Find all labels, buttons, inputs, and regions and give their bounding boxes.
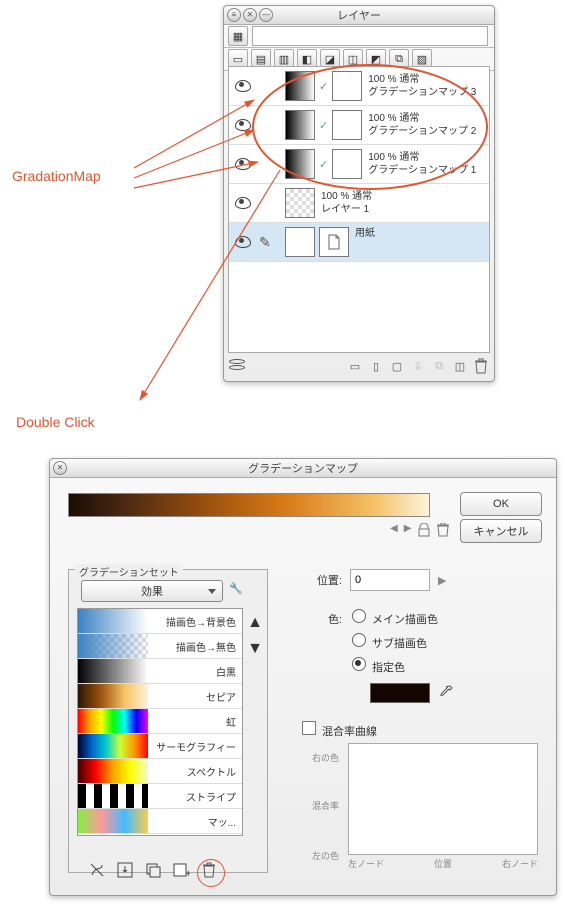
annotation-ellipse xyxy=(252,64,488,190)
dialog-title: グラデーションマップ xyxy=(50,460,556,476)
preset-item[interactable]: サーモグラフィー xyxy=(78,734,242,759)
gradient-set-combo[interactable]: 効果 xyxy=(81,580,223,602)
transfer-down-icon[interactable]: ⇩ xyxy=(409,357,427,375)
annotation-gradationmap: GradationMap xyxy=(12,168,101,184)
dialog-titlebar[interactable]: ✕ グラデーションマップ xyxy=(50,459,556,478)
stepper-icon[interactable]: ▶ xyxy=(438,574,446,587)
radio-sub-color[interactable]: サブ描画色 xyxy=(352,633,454,651)
annotation-doubleclick: Double Click xyxy=(16,414,95,430)
color-label: 色: xyxy=(302,609,342,703)
import-icon[interactable] xyxy=(115,860,135,880)
delete-layer-icon[interactable] xyxy=(472,357,490,375)
layer-name: 用紙 xyxy=(355,227,489,241)
layer-thumb-doc[interactable] xyxy=(319,227,349,257)
blend-mode-field[interactable] xyxy=(252,26,488,46)
curve-box[interactable] xyxy=(348,743,538,855)
eyedropper-icon[interactable] xyxy=(438,684,454,703)
layer-row[interactable]: 100 % 通常レイヤー 1 xyxy=(229,184,489,223)
position-label: 位置: xyxy=(302,572,342,588)
gradient-stop-controls: ◀ ▶ xyxy=(390,523,449,540)
layer-scroll-icon[interactable] xyxy=(228,357,246,375)
color-swatch[interactable] xyxy=(370,683,430,703)
radio-main-color[interactable]: メイン描画色 xyxy=(352,609,454,627)
preset-item[interactable]: 描画色→背景色 xyxy=(78,609,242,634)
gradient-set-field: グラデーションセット 効果 🔧 ▲ ▼ 描画色→背景色 描画色→無色 白黒 セピ… xyxy=(68,569,268,889)
preset-item[interactable]: ストライプ xyxy=(78,784,242,809)
mixrate-checkbox[interactable]: 混合率曲線 xyxy=(302,726,377,738)
preset-item[interactable]: セピア xyxy=(78,684,242,709)
move-up-icon[interactable]: ▲ xyxy=(247,614,263,632)
lock-icon[interactable] xyxy=(417,523,431,540)
gradient-bar[interactable] xyxy=(68,493,430,517)
preset-item[interactable]: 白黒 xyxy=(78,659,242,684)
layer-opacity: 100 % 通常 xyxy=(321,190,489,204)
duplicate-icon[interactable] xyxy=(143,860,163,880)
axis-right-color: 右の色 xyxy=(312,751,339,764)
layer-panel-footer: ▭ ▯ ▢ ⇩ ⧉ ◫ xyxy=(228,355,490,377)
new-raster-layer-icon[interactable]: ▭ xyxy=(346,357,364,375)
eye-icon[interactable] xyxy=(235,197,251,209)
wrench-icon[interactable]: 🔧 xyxy=(229,582,243,595)
layer-thumb-checker[interactable] xyxy=(285,188,315,218)
gradation-map-dialog: ✕ グラデーションマップ OK キャンセル ◀ ▶ グラデーションセット 効果 … xyxy=(49,458,557,896)
layer-panel-titlebar[interactable]: ≡ ✕ — レイヤー xyxy=(224,6,494,25)
preset-item[interactable]: 描画色→無色 xyxy=(78,634,242,659)
gradient-set-legend: グラデーションセット xyxy=(75,564,183,579)
blend-mode-icon[interactable]: ▦ xyxy=(228,26,248,46)
new-vector-layer-icon[interactable]: ▯ xyxy=(367,357,385,375)
merge-down-icon[interactable]: ⧉ xyxy=(430,357,448,375)
preset-list[interactable]: 描画色→背景色 描画色→無色 白黒 セピア 虹 サーモグラフィー スペクトル ス… xyxy=(77,608,243,836)
axis-mix: 混合率 xyxy=(312,799,339,812)
svg-text:+: + xyxy=(185,868,190,879)
preset-item[interactable]: 虹 xyxy=(78,709,242,734)
axis-right-node: 右ノード xyxy=(502,857,538,870)
axis-left-color: 左の色 xyxy=(312,849,339,862)
eye-icon[interactable] xyxy=(235,119,251,131)
layer-blend-toolbar: ▦ xyxy=(224,25,494,48)
prev-stop-icon[interactable]: ◀ xyxy=(390,523,398,540)
dialog-right-controls: 位置: ▶ 色: メイン描画色 サブ描画色 指定色 混合率曲線 xyxy=(302,569,542,870)
annotation-circle-new xyxy=(197,859,225,887)
eye-icon[interactable] xyxy=(235,236,251,248)
eye-icon[interactable] xyxy=(235,80,251,92)
layer-name: レイヤー 1 xyxy=(321,203,489,217)
radio-specified-color[interactable]: 指定色 xyxy=(352,657,454,675)
move-down-icon[interactable]: ▼ xyxy=(247,640,263,658)
preset-item[interactable]: スペクトル xyxy=(78,759,242,784)
axis-left-node: 左ノード xyxy=(348,857,384,870)
new-folder-icon[interactable]: ▢ xyxy=(388,357,406,375)
no-gradient-icon[interactable] xyxy=(87,860,107,880)
layer-panel-title: レイヤー xyxy=(224,7,494,23)
combine-icon[interactable]: ◫ xyxy=(451,357,469,375)
preset-item[interactable]: マッ... xyxy=(78,809,242,834)
ok-button[interactable]: OK xyxy=(460,492,542,516)
eye-icon[interactable] xyxy=(235,158,251,170)
delete-stop-icon[interactable] xyxy=(437,523,449,540)
layer-panel: ≡ ✕ — レイヤー ▦ ▭ ▤ ▥ ◧ ◪ ◫ ◩ ⧉ ▨ ✓ 100 % 通… xyxy=(223,5,495,382)
position-input[interactable] xyxy=(350,569,430,591)
layer-row-selected[interactable]: ✎ 用紙 xyxy=(229,223,489,262)
pen-icon: ✎ xyxy=(259,234,271,251)
cancel-button[interactable]: キャンセル xyxy=(460,519,542,543)
layer-thumb-paper[interactable] xyxy=(285,227,315,257)
new-gradient-icon[interactable]: + xyxy=(171,860,191,880)
axis-pos: 位置 xyxy=(434,857,452,870)
next-stop-icon[interactable]: ▶ xyxy=(404,523,412,540)
